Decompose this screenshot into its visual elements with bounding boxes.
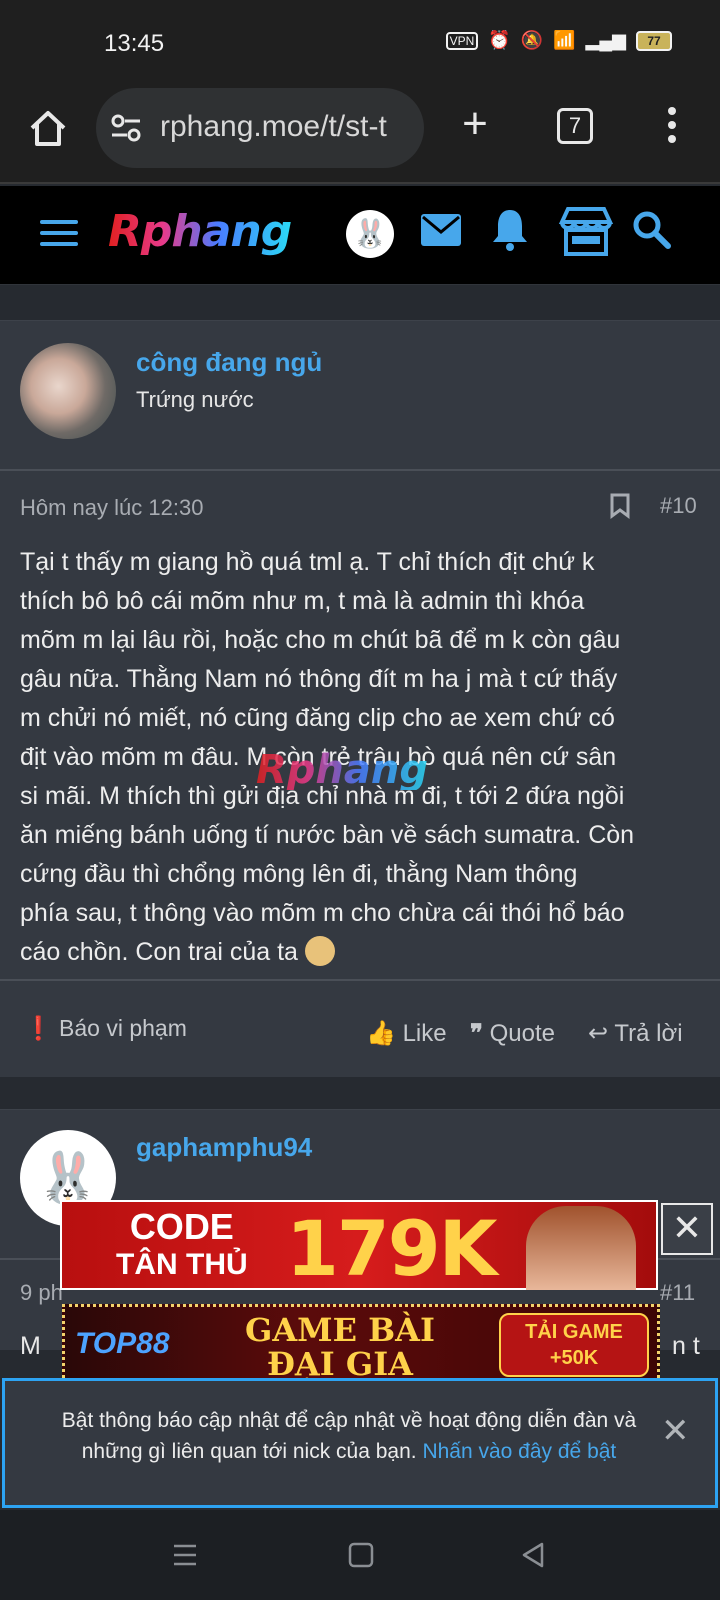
site-logo[interactable]: Rphang	[108, 206, 292, 257]
post-line: m chửi nó miết, nó cũng đăng clip cho ae…	[20, 704, 615, 732]
ad-amount: 179K	[286, 1204, 498, 1293]
thumbs-up-icon: 👍	[366, 1020, 396, 1047]
post-body-end: n t	[672, 1332, 700, 1360]
ad-cta-line2: +50K	[549, 1347, 599, 1369]
reply-icon: ↩	[588, 1020, 609, 1047]
home-icon[interactable]	[26, 106, 70, 150]
post-number[interactable]: #11	[660, 1280, 695, 1306]
post-date[interactable]: 9 ph	[20, 1280, 63, 1306]
site-settings-icon[interactable]	[110, 114, 142, 142]
quote-button[interactable]: ❞ Quote	[470, 1019, 555, 1048]
ad-code-sub: TÂN THỦ	[116, 1248, 248, 1281]
username[interactable]: gaphamphu94	[136, 1132, 312, 1163]
ad-title: GAME BÀI ĐẠI GIA	[245, 1313, 435, 1381]
post-line: cáo chồn. Con trai của ta	[20, 933, 700, 972]
browser-toolbar: rphang.moe/t/st-t + 7	[0, 82, 720, 184]
recent-apps-icon[interactable]	[172, 1542, 198, 1573]
report-label: Báo vi phạm	[59, 1015, 187, 1041]
post-meta: Hôm nay lúc 12:30 #10	[0, 471, 720, 543]
post-number[interactable]: #10	[660, 493, 697, 519]
spacer	[0, 1077, 720, 1109]
push-notice-banner: Bật thông báo cập nhật để cập nhật về ho…	[2, 1378, 718, 1508]
system-nav-bar	[0, 1510, 720, 1600]
more-menu-icon[interactable]	[660, 104, 684, 148]
store-icon[interactable]	[558, 206, 614, 263]
thread-content: công đang ngủ Trứng nước Hôm nay lúc 12:…	[0, 284, 720, 1360]
alert-icon: ❗	[24, 1015, 53, 1041]
tab-switcher-button[interactable]: 7	[557, 108, 593, 144]
ad-banner-game[interactable]: TOP88 GAME BÀI ĐẠI GIA TẢI GAME +50K	[62, 1304, 660, 1384]
post-line: ăn miếng bánh uống tí nước bàn về sách s…	[20, 821, 635, 849]
reply-button[interactable]: ↩ Trả lời	[588, 1019, 683, 1048]
spacer	[0, 284, 720, 320]
notice-text: Bật thông báo cập nhật để cập nhật về ho…	[41, 1405, 657, 1467]
user-title: Trứng nước	[136, 387, 254, 412]
ad-download-button[interactable]: TẢI GAME +50K	[499, 1313, 649, 1377]
post-line: phía sau, t thông vào mõm m cho chừa cái…	[20, 899, 625, 927]
mute-icon: 🔕	[520, 30, 544, 50]
post-line: gâu nữa. Thằng Nam nó thông đít m ha j m…	[20, 665, 618, 693]
account-avatar-icon[interactable]: 🐰	[346, 210, 394, 258]
new-tab-icon[interactable]: +	[455, 102, 495, 146]
post-date[interactable]: Hôm nay lúc 12:30	[20, 495, 203, 521]
post-line: Tại t thấy m giang hồ quá tml ạ. T chỉ t…	[20, 548, 595, 576]
ad-code-label: CODE	[129, 1206, 234, 1247]
post-body-start: M	[20, 1332, 41, 1360]
post-line: si mãi. M thích thì gửi địa chỉ nhà m đi…	[20, 782, 625, 810]
home-nav-icon[interactable]	[348, 1542, 374, 1573]
ad-brand: TOP88	[75, 1327, 170, 1360]
wifi-icon: 📶	[553, 30, 576, 50]
ad-cta-line1: TẢI GAME	[525, 1321, 623, 1343]
username[interactable]: công đang ngủ	[136, 347, 322, 378]
ad-code-text: CODE TÂN THỦ	[116, 1208, 248, 1284]
ad-close-icon[interactable]: ✕	[661, 1203, 713, 1255]
bell-icon[interactable]	[492, 208, 528, 257]
post-line: địt vào mõm m đâu. M còn trẻ trâu bò quá…	[20, 743, 617, 771]
ad-title-line1: GAME BÀI	[245, 1311, 435, 1349]
notice-enable-link[interactable]: Nhấn vào đây để bật	[422, 1440, 616, 1463]
status-icons: VPN ⏰ 🔕 📶 ▂▄▆ 77	[445, 30, 672, 51]
search-icon[interactable]	[632, 210, 672, 255]
site-header: Rphang 🐰	[0, 186, 720, 284]
address-bar[interactable]: rphang.moe/t/st-t	[96, 88, 424, 168]
signal-icon: ▂▄▆	[585, 30, 626, 50]
post-10: công đang ngủ Trứng nước Hôm nay lúc 12:…	[0, 320, 720, 1077]
ad-model-image	[526, 1206, 636, 1290]
post-line: thích bô bô cái mõm như m, t mà là admin…	[20, 587, 585, 615]
status-time: 13:45	[104, 30, 165, 57]
vpn-icon: VPN	[445, 31, 479, 50]
hamburger-menu-icon[interactable]	[40, 220, 78, 250]
bookmark-icon[interactable]	[610, 493, 630, 519]
like-button[interactable]: 👍 Like	[366, 1019, 447, 1048]
url-text[interactable]: rphang.moe/t/st-t	[160, 110, 387, 144]
mail-icon[interactable]	[420, 212, 462, 253]
report-button[interactable]: ❗ Báo vi phạm	[24, 1015, 187, 1042]
alarm-icon: ⏰	[488, 30, 511, 50]
post-actions: ❗ Báo vi phạm 👍 Like ❞ Quote ↩ Trả lời	[0, 979, 720, 1077]
reply-label: Trả lời	[614, 1020, 683, 1047]
status-bar: 13:45 VPN ⏰ 🔕 📶 ▂▄▆ 77	[0, 0, 720, 82]
close-icon[interactable]: ✕	[661, 1411, 690, 1451]
like-label: Like	[402, 1020, 447, 1047]
quote-label: Quote	[489, 1020, 555, 1047]
ad-title-line2: ĐẠI GIA	[266, 1345, 413, 1383]
back-nav-icon[interactable]	[520, 1542, 546, 1573]
thinking-emoji-icon	[304, 936, 335, 967]
post-author: công đang ngủ Trứng nước	[0, 321, 720, 471]
post-body: Tại t thấy m giang hồ quá tml ạ. T chỉ t…	[0, 543, 720, 979]
ad-banner-code[interactable]: CODE TÂN THỦ 179K	[60, 1200, 658, 1293]
post-line: mõm m lại lâu rồi, hoặc cho m chút bã để…	[20, 626, 621, 654]
battery-icon: 77	[636, 30, 672, 51]
post-line: cứng đầu thì chổng mông lên đi, thằng Na…	[20, 860, 578, 888]
quote-icon: ❞	[470, 1020, 483, 1047]
post-line-text: cáo chồn. Con trai của ta	[20, 938, 298, 966]
avatar[interactable]	[20, 343, 116, 439]
